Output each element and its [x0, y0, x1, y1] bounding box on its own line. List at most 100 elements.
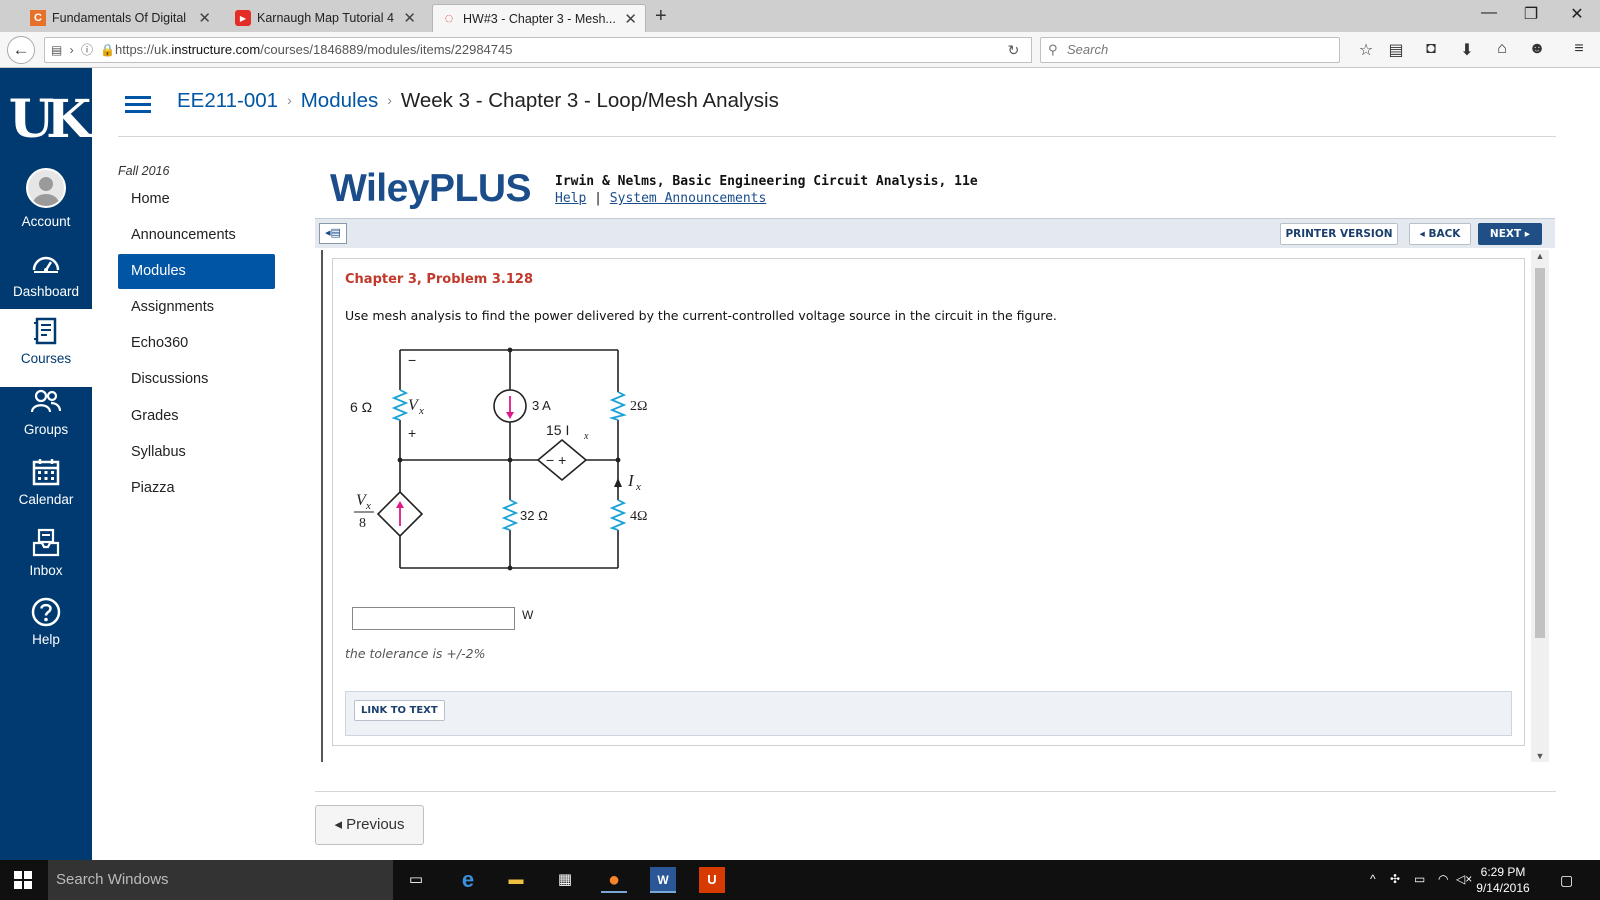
problem-title: Chapter 3, Problem 3.128 [345, 272, 533, 287]
browser-nav-bar: ← ▤ › ⓘ 🔒 https://uk.instructure.com/cou… [0, 32, 1600, 68]
wiley-toolbar: ◂▤ PRINTER VERSION ◂ BACK NEXT ▸ [315, 218, 1555, 248]
uk-logo[interactable]: UK [8, 90, 92, 150]
global-nav-calendar[interactable]: Calendar [0, 456, 92, 524]
office-app-icon[interactable]: U [699, 867, 725, 893]
link-to-text-button[interactable]: LINK TO TEXT [354, 700, 445, 721]
answer-input[interactable] [352, 607, 515, 630]
course-nav-syllabus[interactable]: Syllabus [118, 435, 275, 470]
word-icon[interactable]: W [650, 867, 676, 893]
url-security-icons: ▤ › ⓘ 🔒 [51, 43, 118, 57]
current-source-label: 3 A [532, 398, 551, 413]
wileyplus-logo: WileyPLUS [330, 167, 532, 210]
course-nav-modules[interactable]: Modules [118, 254, 275, 289]
close-window-button[interactable]: ✕ [1554, 4, 1600, 24]
reading-list-icon[interactable]: ▤ [1385, 40, 1407, 60]
home-icon[interactable]: ⌂ [1491, 40, 1513, 58]
tolerance-text: the tolerance is +/-2% [345, 646, 486, 661]
tab-close-icon[interactable]: ✕ [198, 9, 211, 27]
groups-icon [30, 389, 62, 413]
maximize-button[interactable]: ❐ [1508, 4, 1554, 24]
next-button[interactable]: NEXT ▸ [1478, 223, 1542, 245]
url-bar[interactable]: ▤ › ⓘ 🔒 https://uk.instructure.com/cours… [44, 37, 1031, 63]
course-menu-toggle-icon[interactable] [125, 96, 151, 114]
tab-close-icon[interactable]: ✕ [403, 9, 416, 27]
printer-version-button[interactable]: PRINTER VERSION [1280, 223, 1398, 245]
firefox-icon[interactable]: ● [601, 867, 627, 893]
taskbar-clock[interactable]: 6:29 PM 9/14/2016 [1468, 864, 1538, 896]
menu-icon[interactable]: ≡ [1568, 40, 1590, 58]
store-icon[interactable]: ▦ [552, 867, 578, 893]
bookmark-star-icon[interactable]: ☆ [1355, 40, 1377, 60]
battery-icon[interactable]: ▭ [1414, 872, 1425, 886]
circuit-diagram: 6 Ω − V x + 3 A 2Ω 15 I x −+ I x V x 8 3… [350, 347, 647, 571]
windows-start-icon[interactable] [14, 871, 32, 889]
task-view-icon[interactable]: ▭ [403, 867, 429, 893]
breadcrumb-modules-link[interactable]: Modules [301, 89, 379, 112]
courses-icon [34, 317, 57, 345]
help-link[interactable]: Help [555, 191, 586, 206]
wifi-icon[interactable]: ◠ [1438, 872, 1448, 886]
browser-tab[interactable]: ▶ Karnaugh Map Tutorial 4 ... ✕ [227, 4, 424, 32]
book-title: Irwin & Nelms, Basic Engineering Circuit… [555, 174, 978, 189]
pocket-icon[interactable]: ◘ [1420, 40, 1442, 58]
file-explorer-icon[interactable]: ▬ [503, 867, 529, 893]
account-icon [26, 168, 66, 208]
browser-tab-active[interactable]: ◌ HW#3 - Chapter 3 - Mesh... ✕ [432, 4, 646, 32]
help-icon [31, 597, 61, 627]
browser-tab-bar: C Fundamentals Of Digital L... ✕ ▶ Karna… [0, 0, 1600, 32]
back-button[interactable]: ◂ BACK [1409, 223, 1471, 245]
back-arrow-icon[interactable]: ← [7, 36, 35, 64]
windows-search-box[interactable]: Search Windows [48, 860, 393, 900]
minimize-button[interactable]: — [1466, 4, 1512, 22]
global-nav-inbox[interactable]: Inbox [0, 527, 92, 595]
global-nav-courses[interactable]: Courses [0, 309, 92, 387]
breadcrumb-current: Week 3 - Chapter 3 - Loop/Mesh Analysis [400, 89, 779, 112]
course-nav-home[interactable]: Home [118, 182, 275, 217]
breadcrumb-course-link[interactable]: EE211-001 [177, 89, 278, 112]
global-nav-dashboard[interactable]: Dashboard [0, 248, 92, 316]
wiley-links: Help | System Announcements [555, 191, 767, 206]
global-nav-groups[interactable]: Groups [0, 386, 92, 454]
course-nav-assignments[interactable]: Assignments [118, 290, 275, 325]
resistor-4-label: 4Ω [630, 509, 647, 524]
reload-icon[interactable]: ↻ [996, 37, 1032, 63]
download-icon[interactable]: ⬇ [1456, 40, 1478, 60]
course-nav-piazza[interactable]: Piazza [118, 471, 275, 506]
course-nav-discussions[interactable]: Discussions [118, 362, 275, 397]
tray-chevron-icon[interactable]: ^ [1370, 872, 1376, 886]
vx-minus-label: − [408, 352, 416, 368]
edge-icon[interactable]: e [455, 867, 481, 893]
global-nav-help[interactable]: Help [0, 596, 92, 664]
dropbox-icon[interactable]: ✣ [1390, 872, 1400, 886]
course-nav-grades[interactable]: Grades [118, 399, 275, 434]
browser-tab[interactable]: C Fundamentals Of Digital L... ✕ [22, 4, 219, 32]
answer-unit: W [522, 608, 534, 622]
problem-text: Use mesh analysis to find the power deli… [345, 308, 1057, 323]
dep-source-denominator: 8 [359, 516, 366, 531]
tab-favicon-icon: ◌ [444, 10, 454, 27]
browser-search-input[interactable]: ⚲ Search [1040, 37, 1340, 63]
breadcrumb-separator: › [287, 92, 292, 108]
tab-close-icon[interactable]: ✕ [624, 10, 637, 28]
collapse-panel-icon[interactable]: ◂▤ [319, 223, 347, 244]
hello-icon[interactable]: ☻ [1526, 40, 1548, 58]
new-tab-button[interactable]: + [655, 5, 667, 28]
question-scrollbar[interactable]: ▲ ▼ [1531, 250, 1549, 762]
system-announcements-link[interactable]: System Announcements [610, 191, 767, 206]
resistor-32-label: 32 Ω [520, 508, 548, 523]
breadcrumb-separator: › [387, 92, 392, 108]
global-nav-account[interactable]: Account [0, 168, 92, 236]
previous-button[interactable]: ◂ Previous [315, 805, 424, 845]
scroll-down-icon[interactable]: ▼ [1531, 751, 1549, 761]
inbox-icon [32, 528, 60, 557]
dashboard-icon [32, 256, 60, 273]
scroll-up-icon[interactable]: ▲ [1531, 251, 1549, 261]
calendar-icon [32, 459, 60, 486]
notifications-icon[interactable]: ▢ [1560, 872, 1573, 889]
tab-favicon-icon: ▶ [235, 10, 251, 26]
course-nav-announcements[interactable]: Announcements [118, 218, 275, 253]
course-nav-echo360[interactable]: Echo360 [118, 326, 275, 361]
scroll-thumb[interactable] [1535, 268, 1545, 638]
ccvs-gain-label: 15 I [546, 422, 569, 438]
search-icon: ⚲ [1048, 42, 1058, 57]
